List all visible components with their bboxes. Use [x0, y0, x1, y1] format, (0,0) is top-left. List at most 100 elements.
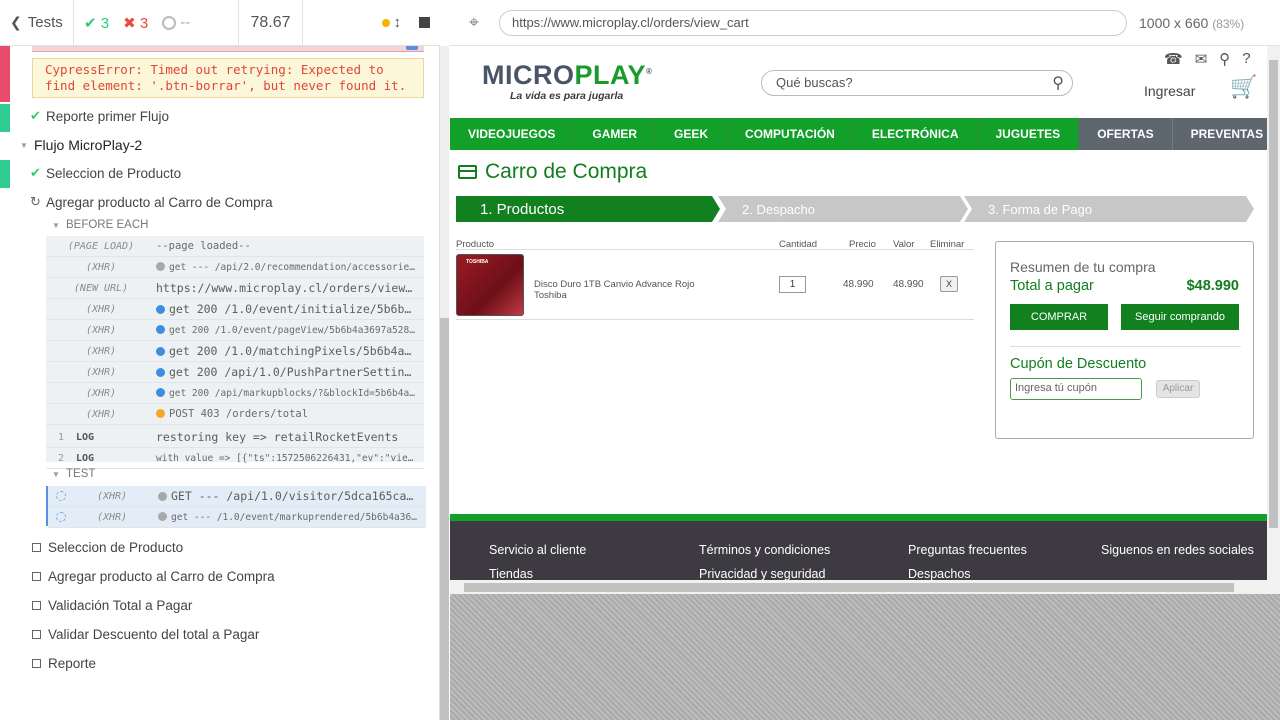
- cart-icon[interactable]: 🛒: [1230, 74, 1257, 100]
- before-each-hook[interactable]: ▼ BEFORE EACH: [52, 219, 148, 231]
- tests-label: Tests: [27, 14, 63, 31]
- duration: 78.67: [239, 0, 303, 46]
- checkbox-icon: [32, 572, 41, 581]
- comprar-button[interactable]: COMPRAR: [1010, 304, 1108, 330]
- check-icon: ✔: [30, 108, 41, 123]
- command-message: get 200 /1.0/matchingPixels/5b6b4a36...: [156, 344, 424, 358]
- site-footer: Servicio al cliente Términos y condicion…: [450, 521, 1267, 581]
- phone-icon[interactable]: ☎: [1164, 50, 1183, 68]
- search-input[interactable]: Qué buscas? ⚲: [761, 70, 1073, 96]
- quantity-input[interactable]: 1: [779, 276, 806, 293]
- command-row[interactable]: (XHR) POST 403 /orders/total: [46, 404, 424, 425]
- error-message[interactable]: CypressError: Timed out retrying: Expect…: [32, 58, 424, 98]
- nav-item-ofertas[interactable]: OFERTAS: [1079, 118, 1173, 150]
- remove-item-button[interactable]: X: [940, 276, 958, 292]
- command-row[interactable]: (XHR) get 200 /1.0/event/initialize/5b6b4…: [46, 299, 424, 320]
- summary-title: Resumen de tu compra: [1010, 259, 1156, 275]
- location-pin-icon[interactable]: ⚲: [1219, 50, 1230, 68]
- step-productos[interactable]: 1. Productos: [456, 196, 720, 222]
- coupon-input[interactable]: Ingresa tú cupón: [1010, 378, 1142, 400]
- checkbox-icon: [32, 601, 41, 610]
- test-title: Validar Descuento del total a Pagar: [48, 627, 260, 642]
- footer-link-redes[interactable]: Siguenos en redes sociales: [1101, 543, 1254, 557]
- checkbox-icon: [32, 630, 41, 639]
- command-row[interactable]: (XHR) get --- /1.0/event/markuprendered/5…: [48, 507, 426, 528]
- nav-item-computacion[interactable]: COMPUTACIÓN: [727, 118, 854, 150]
- status-dot-icon: [156, 347, 165, 356]
- suite-flujo-microplay-2[interactable]: ▼ Flujo MicroPlay-2: [20, 137, 142, 153]
- test-agregar-producto-running[interactable]: ↻ Agregar producto al Carro de Compra: [30, 194, 273, 210]
- pending-test[interactable]: Validar Descuento del total a Pagar: [32, 627, 259, 642]
- refresh-icon: ↻: [30, 194, 41, 209]
- item-value: 48.990: [893, 279, 924, 290]
- command-row[interactable]: (XHR) get 200 /api/markupblocks/?&blockId…: [46, 383, 424, 404]
- viewport-info[interactable]: 1000 x 660 (83%): [1139, 15, 1244, 31]
- command-row[interactable]: (XHR) get 200 /1.0/matchingPixels/5b6b4a3…: [46, 341, 424, 362]
- pending-test[interactable]: Reporte: [32, 656, 96, 671]
- caret-down-icon: ▼: [20, 140, 28, 150]
- pending-test[interactable]: Validación Total a Pagar: [32, 598, 192, 613]
- command-message: get 200 /api/1.0/PushPartnerSettings...: [156, 365, 424, 379]
- nav-item-geek[interactable]: GEEK: [656, 118, 728, 150]
- footer-link-privacidad[interactable]: Privacidad y seguridad: [699, 567, 825, 581]
- command-name: (XHR): [85, 303, 117, 315]
- nav-item-videojuegos[interactable]: VIDEOJUEGOS: [450, 118, 575, 150]
- seguir-comprando-button[interactable]: Seguir comprando: [1121, 304, 1239, 330]
- pass-strip: [0, 160, 10, 188]
- reporter-header: ❮ Tests ✔ 3 ✖ 3 -- 78.67 ↕: [0, 0, 440, 46]
- mail-icon[interactable]: ✉: [1195, 50, 1208, 68]
- command-name: (XHR): [85, 366, 117, 378]
- microplay-logo[interactable]: MICROPLAY®: [482, 60, 652, 91]
- command-row[interactable]: (XHR) get 200 /api/1.0/PushPartnerSetting…: [46, 362, 424, 383]
- search-icon[interactable]: ⚲: [1052, 73, 1064, 93]
- command-name: (XHR): [85, 387, 117, 399]
- log-number: 1: [57, 431, 65, 443]
- pending-test[interactable]: Agregar producto al Carro de Compra: [32, 569, 275, 584]
- status-dot-icon: [156, 324, 165, 334]
- item-price: 48.990: [843, 279, 874, 290]
- command-message: https://www.microplay.cl/orders/view_c..…: [156, 281, 424, 295]
- nav-item-preventas[interactable]: PREVENTAS: [1172, 118, 1280, 150]
- command-row[interactable]: (PAGE LOAD) --page loaded--: [46, 236, 424, 257]
- step-forma-de-pago[interactable]: 3. Forma de Pago: [964, 196, 1254, 222]
- stop-button[interactable]: [419, 17, 430, 28]
- tests-nav-button[interactable]: ❮ Tests: [0, 0, 74, 46]
- command-row[interactable]: (XHR) get --- /api/2.0/recommendation/acc…: [46, 257, 424, 278]
- test-stats: ✔ 3 ✖ 3 --: [74, 0, 239, 46]
- auto-scroll-toggle[interactable]: ↕: [381, 14, 402, 31]
- test-seleccion-producto[interactable]: ✔ Seleccion de Producto: [30, 165, 181, 181]
- footer-link-preguntas[interactable]: Preguntas frecuentes: [908, 543, 1027, 557]
- pending-stat: --: [162, 14, 190, 31]
- test-hook[interactable]: ▼ TEST: [52, 468, 95, 480]
- vertical-arrows-icon: ↕: [393, 14, 402, 31]
- login-link[interactable]: Ingresar: [1144, 83, 1195, 99]
- nav-item-electronica[interactable]: ELECTRÓNICA: [853, 118, 978, 150]
- command-row[interactable]: (XHR) get 200 /1.0/event/pageView/5b6b4a3…: [46, 320, 424, 341]
- selector-playground-icon[interactable]: ⌖: [449, 12, 499, 33]
- status-dot-icon: [156, 261, 165, 271]
- reporter-scrollbar-thumb[interactable]: [440, 318, 449, 720]
- url-bar[interactable]: https://www.microplay.cl/orders/view_car…: [499, 9, 1127, 36]
- log-row[interactable]: 2 LOG with value => [{"ts":1572506226431,"…: [46, 448, 424, 469]
- footer-link-tiendas[interactable]: Tiendas: [489, 567, 533, 581]
- nav-item-gamer[interactable]: GAMER: [574, 118, 657, 150]
- pending-test[interactable]: Seleccion de Producto: [32, 540, 183, 555]
- log-row[interactable]: 1 LOG restoring key => retailRocketEvents: [46, 427, 424, 448]
- test-commands: (XHR) GET --- /api/1.0/visitor/5dca165ca7…: [46, 486, 426, 528]
- test-reporte-primer-flujo[interactable]: ✔ Reporte primer Flujo: [30, 108, 169, 124]
- product-name[interactable]: Disco Duro 1TB Canvio Advance Rojo Toshi…: [534, 279, 714, 301]
- help-icon[interactable]: ?: [1242, 50, 1250, 68]
- apply-coupon-button[interactable]: Aplicar: [1156, 380, 1200, 398]
- command-row[interactable]: (NEW URL) https://www.microplay.cl/orders…: [46, 278, 424, 299]
- footer-link-despachos[interactable]: Despachos: [908, 567, 971, 581]
- product-image[interactable]: TOSHIBA: [456, 254, 524, 316]
- step-despacho[interactable]: 2. Despacho: [718, 196, 968, 222]
- frame-vertical-thumb[interactable]: [1269, 60, 1278, 528]
- footer-link-terminos[interactable]: Términos y condiciones: [699, 543, 830, 557]
- nav-item-juguetes[interactable]: JUGUETES: [977, 118, 1080, 150]
- chevron-left-icon: ❮: [10, 14, 22, 30]
- frame-horizontal-thumb[interactable]: [464, 583, 1234, 592]
- command-row[interactable]: (XHR) GET --- /api/1.0/visitor/5dca165ca7…: [48, 486, 426, 507]
- footer-link-servicio[interactable]: Servicio al cliente: [489, 543, 586, 557]
- failed-test-tail: [32, 46, 424, 52]
